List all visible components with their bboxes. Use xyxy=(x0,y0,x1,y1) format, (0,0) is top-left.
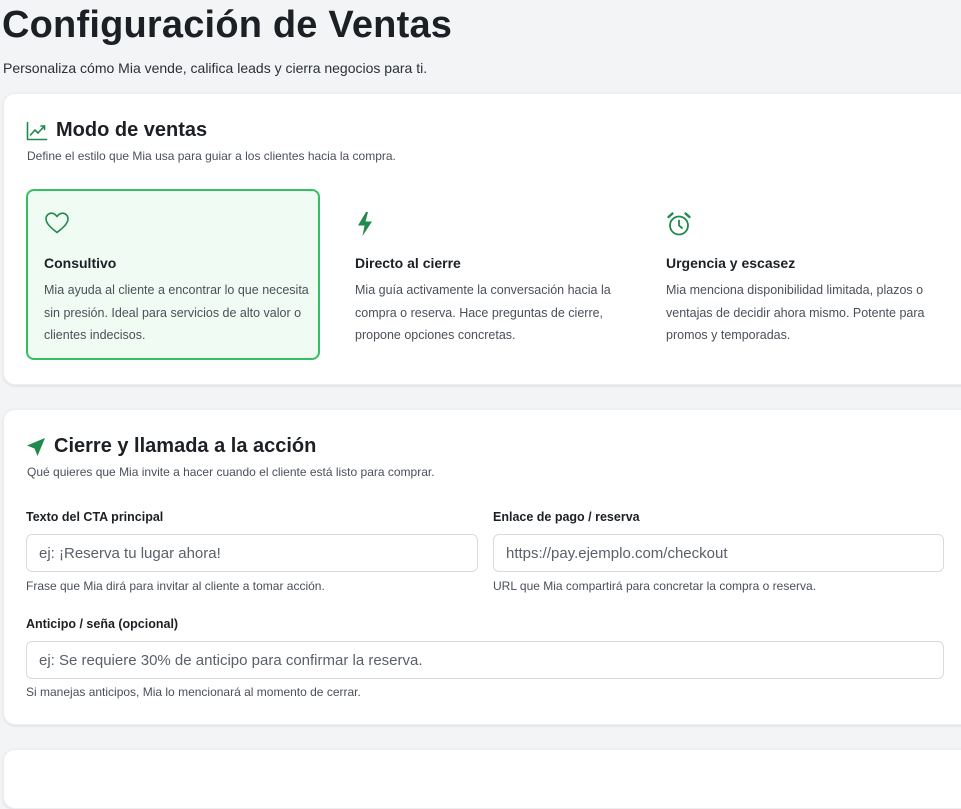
next-section-card xyxy=(3,749,961,809)
closing-header: Cierre y llamada a la acción xyxy=(26,435,316,458)
page-title: Configuración de Ventas xyxy=(2,4,453,46)
sales-mode-card: Modo de ventas Define el estilo que Mia … xyxy=(3,93,961,385)
option-title: Consultivo xyxy=(44,255,117,271)
sales-mode-description: Define el estilo que Mia usa para guiar … xyxy=(27,149,396,163)
sales-mode-option-consultivo[interactable]: Consultivo Mia ayuda al cliente a encont… xyxy=(26,189,320,360)
closing-description: Qué quieres que Mia invite a hacer cuand… xyxy=(27,465,435,479)
payment-link-label: Enlace de pago / reserva xyxy=(493,510,640,524)
cta-text-label: Texto del CTA principal xyxy=(26,510,164,524)
sales-mode-title: Modo de ventas xyxy=(56,119,208,141)
option-description: Mia menciona disponibilidad limitada, pl… xyxy=(666,283,925,342)
deposit-help: Si manejas anticipos, Mia lo mencionará … xyxy=(26,685,361,699)
option-title: Urgencia y escasez xyxy=(666,255,796,271)
option-title: Directo al cierre xyxy=(355,255,461,271)
sales-mode-option-urgencia[interactable]: Urgencia y escasez Mia menciona disponib… xyxy=(648,189,942,360)
sales-mode-option-directo[interactable]: Directo al cierre Mia guía activamente l… xyxy=(337,189,631,360)
sales-mode-header: Modo de ventas xyxy=(26,119,207,142)
option-description: Mia ayuda al cliente a encontrar lo que … xyxy=(44,283,309,342)
payment-link-input[interactable] xyxy=(493,534,944,572)
trending-up-icon xyxy=(26,121,48,141)
deposit-input[interactable] xyxy=(26,641,944,679)
cta-text-input[interactable] xyxy=(26,534,478,572)
heart-icon xyxy=(44,211,70,240)
payment-link-help: URL que Mia compartirá para concretar la… xyxy=(493,579,817,593)
lightning-icon xyxy=(355,211,375,242)
closing-title: Cierre y llamada a la acción xyxy=(54,435,317,457)
page-subtitle: Personaliza cómo Mia vende, califica lea… xyxy=(3,60,428,76)
cta-text-help: Frase que Mia dirá para invitar al clien… xyxy=(26,579,325,593)
alarm-clock-icon xyxy=(666,211,692,242)
closing-cta-card: Cierre y llamada a la acción Qué quieres… xyxy=(3,409,961,725)
deposit-label: Anticipo / seña (opcional) xyxy=(26,617,179,631)
option-description: Mia guía activamente la conversación hac… xyxy=(355,283,611,342)
send-arrow-icon xyxy=(26,437,46,457)
